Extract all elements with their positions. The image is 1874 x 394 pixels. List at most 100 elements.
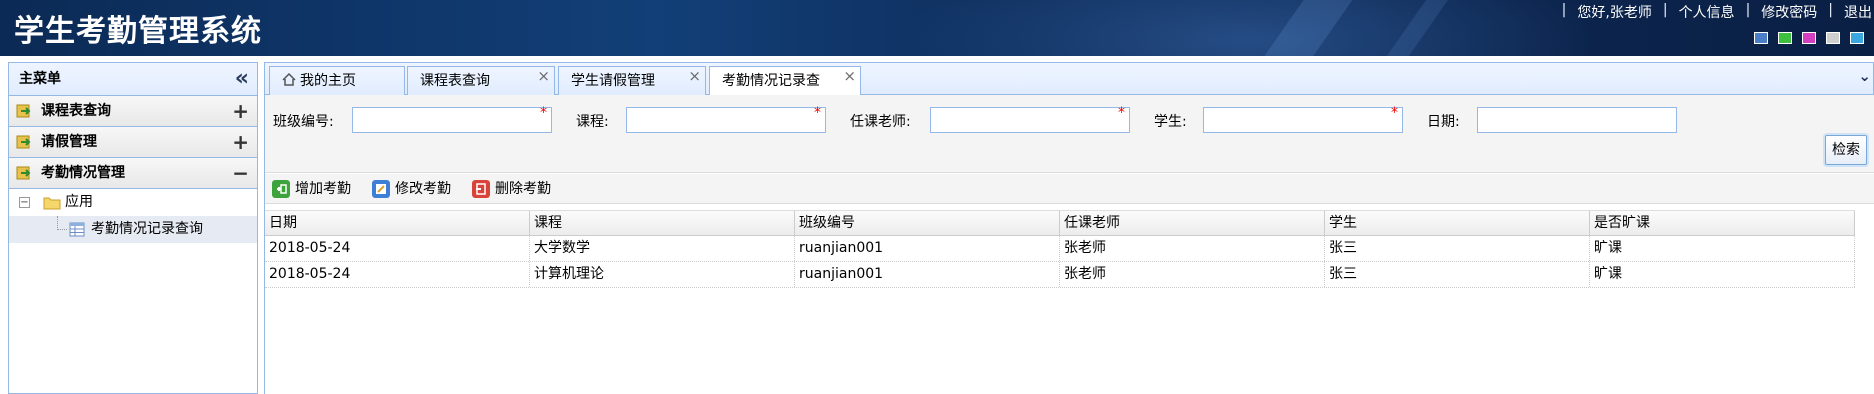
tree-collapse-icon[interactable]: − bbox=[19, 197, 30, 208]
edit-attendance-label: 修改考勤 bbox=[395, 181, 451, 197]
sidebar-item-attendance[interactable]: 考勤情况管理 − bbox=[9, 158, 257, 189]
cell-absent: 旷课 bbox=[1590, 262, 1855, 287]
change-password-link[interactable]: 修改密码 bbox=[1759, 2, 1819, 22]
tree-node-attendance-query[interactable]: 考勤情况记录查询 bbox=[9, 216, 257, 243]
sidebar-title: 主菜单 bbox=[19, 71, 61, 87]
course-label: 课程: bbox=[576, 114, 609, 130]
class-code-input[interactable] bbox=[352, 107, 552, 133]
tab-attendance[interactable]: 考勤情况记录查 × bbox=[709, 66, 861, 96]
add-attendance-label: 增加考勤 bbox=[295, 181, 351, 197]
collapse-icon[interactable]: « bbox=[235, 63, 249, 94]
delete-icon bbox=[472, 180, 490, 198]
column-header-class-code[interactable]: 班级编号 bbox=[795, 211, 1060, 235]
cell-course: 大学数学 bbox=[530, 236, 795, 261]
edit-attendance-button[interactable]: 修改考勤 bbox=[369, 178, 451, 200]
table-row[interactable]: 2018-05-24 计算机理论 ruanjian001 张老师 张三 旷课 bbox=[265, 262, 1855, 288]
table-row[interactable]: 2018-05-24 大学数学 ruanjian001 张老师 张三 旷课 bbox=[265, 236, 1855, 262]
column-header-absent[interactable]: 是否旷课 bbox=[1590, 211, 1855, 235]
student-label: 学生: bbox=[1154, 114, 1187, 130]
main-content: 班级编号: * 课程: * 任课老师: * 学生: * 日期: 检索 增加考勤 … bbox=[264, 95, 1874, 394]
cell-student: 张三 bbox=[1325, 262, 1590, 287]
header-glow bbox=[900, 0, 1600, 56]
required-mark: * bbox=[1391, 105, 1398, 121]
theme-swatch-blue[interactable] bbox=[1754, 32, 1768, 44]
profile-link[interactable]: 个人信息 bbox=[1677, 2, 1737, 22]
tree-node-folder[interactable]: − 应用 bbox=[9, 189, 257, 216]
cell-date: 2018-05-24 bbox=[265, 236, 530, 261]
cell-student: 张三 bbox=[1325, 236, 1590, 261]
folder-icon bbox=[43, 197, 61, 210]
class-code-label: 班级编号: bbox=[273, 114, 334, 130]
date-input[interactable] bbox=[1477, 107, 1677, 133]
theme-swatch-gray[interactable] bbox=[1826, 32, 1840, 44]
sidebar-item-label: 请假管理 bbox=[41, 134, 97, 150]
expand-icon[interactable]: + bbox=[232, 96, 249, 127]
teacher-label: 任课老师: bbox=[850, 114, 911, 130]
cell-teacher: 张老师 bbox=[1060, 236, 1325, 261]
app-header: 学生考勤管理系统 | 您好,张老师 | 个人信息 | 修改密码 | 退出 bbox=[0, 0, 1874, 56]
menu-arrow-icon bbox=[16, 104, 31, 118]
tab-leave[interactable]: 学生请假管理 × bbox=[558, 66, 706, 95]
edit-icon bbox=[372, 180, 390, 198]
chevron-down-icon[interactable]: ⌄ bbox=[1858, 67, 1871, 85]
add-icon bbox=[272, 180, 290, 198]
teacher-input[interactable] bbox=[930, 107, 1130, 133]
home-icon bbox=[282, 73, 296, 86]
required-mark: * bbox=[814, 105, 821, 121]
required-mark: * bbox=[540, 105, 547, 121]
app-title: 学生考勤管理系统 bbox=[14, 14, 262, 49]
tree-leaf-label: 考勤情况记录查询 bbox=[91, 221, 203, 237]
collapse-minus-icon[interactable]: − bbox=[232, 158, 249, 189]
tab-schedule[interactable]: 课程表查询 × bbox=[407, 66, 555, 95]
date-label: 日期: bbox=[1427, 114, 1460, 130]
theme-swatch-green[interactable] bbox=[1778, 32, 1792, 44]
expand-icon[interactable]: + bbox=[232, 127, 249, 158]
menu-arrow-icon bbox=[16, 166, 31, 180]
table-icon bbox=[69, 222, 85, 237]
column-header-teacher[interactable]: 任课老师 bbox=[1060, 211, 1325, 235]
tab-label: 我的主页 bbox=[300, 73, 356, 89]
search-panel: 班级编号: * 课程: * 任课老师: * 学生: * 日期: 检索 bbox=[265, 95, 1874, 173]
cell-date: 2018-05-24 bbox=[265, 262, 530, 287]
cell-course: 计算机理论 bbox=[530, 262, 795, 287]
tab-label: 学生请假管理 bbox=[571, 73, 655, 89]
sidebar: 主菜单 « 课程表查询 + 请假管理 + 考勤情况管理 − − 应用 考勤情况记… bbox=[8, 62, 258, 394]
delete-attendance-button[interactable]: 删除考勤 bbox=[469, 178, 551, 200]
top-links: | 您好,张老师 | 个人信息 | 修改密码 | 退出 bbox=[1561, 2, 1874, 22]
sidebar-header: 主菜单 « bbox=[9, 63, 257, 96]
tab-label: 考勤情况记录查 bbox=[722, 73, 820, 89]
column-header-course[interactable]: 课程 bbox=[530, 211, 795, 235]
sidebar-item-leave[interactable]: 请假管理 + bbox=[9, 127, 257, 158]
tab-label: 课程表查询 bbox=[420, 73, 490, 89]
tree-folder-label: 应用 bbox=[65, 194, 93, 210]
cell-absent: 旷课 bbox=[1590, 236, 1855, 261]
greeting: 您好,张老师 bbox=[1577, 5, 1652, 21]
theme-swatch-cyan[interactable] bbox=[1850, 32, 1864, 44]
sidebar-item-label: 课程表查询 bbox=[41, 103, 111, 119]
theme-swatch-pink[interactable] bbox=[1802, 32, 1816, 44]
sidebar-item-label: 考勤情况管理 bbox=[41, 165, 125, 181]
cell-teacher: 张老师 bbox=[1060, 262, 1325, 287]
close-icon[interactable]: × bbox=[537, 62, 550, 90]
cell-class-code: ruanjian001 bbox=[795, 262, 1060, 287]
sidebar-item-schedule[interactable]: 课程表查询 + bbox=[9, 96, 257, 127]
tab-home[interactable]: 我的主页 bbox=[269, 66, 405, 95]
logout-link[interactable]: 退出 bbox=[1842, 2, 1874, 22]
cell-class-code: ruanjian001 bbox=[795, 236, 1060, 261]
column-header-date[interactable]: 日期 bbox=[265, 211, 530, 235]
close-icon[interactable]: × bbox=[688, 62, 701, 90]
theme-switcher bbox=[1754, 32, 1864, 44]
toolbar: 增加考勤 修改考勤 删除考勤 bbox=[265, 174, 1874, 204]
delete-attendance-label: 删除考勤 bbox=[495, 181, 551, 197]
attendance-table: 日期 课程 班级编号 任课老师 学生 是否旷课 2018-05-24 大学数学 … bbox=[265, 210, 1855, 288]
column-header-student[interactable]: 学生 bbox=[1325, 211, 1590, 235]
add-attendance-button[interactable]: 增加考勤 bbox=[269, 178, 351, 200]
table-header: 日期 课程 班级编号 任课老师 学生 是否旷课 bbox=[265, 210, 1855, 236]
search-button[interactable]: 检索 bbox=[1825, 135, 1867, 165]
menu-arrow-icon bbox=[16, 135, 31, 149]
course-input[interactable] bbox=[626, 107, 826, 133]
tab-bar: 我的主页 课程表查询 × 学生请假管理 × 考勤情况记录查 × ⌄ bbox=[264, 62, 1874, 96]
close-icon[interactable]: × bbox=[843, 62, 856, 90]
student-input[interactable] bbox=[1203, 107, 1403, 133]
required-mark: * bbox=[1118, 105, 1125, 121]
